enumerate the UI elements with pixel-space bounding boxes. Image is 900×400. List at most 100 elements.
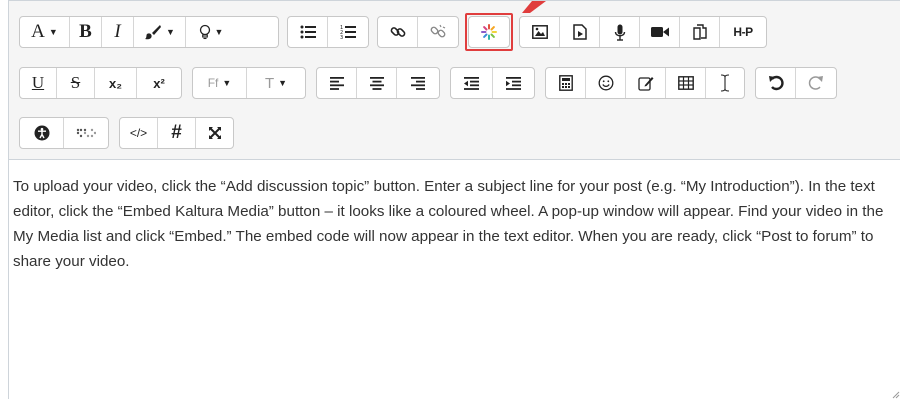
caret-down-icon: ▼ (166, 27, 175, 37)
table-icon (677, 76, 694, 90)
manage-files-button[interactable] (680, 17, 720, 47)
bold-icon: B (79, 21, 92, 42)
media-group: H-P (519, 16, 767, 48)
outdent-button[interactable] (451, 68, 493, 98)
h5p-icon: H-P (733, 25, 753, 39)
outdent-icon (464, 76, 479, 90)
manage-files-icon (692, 24, 707, 40)
bulb-button[interactable]: ▼ (186, 17, 236, 47)
align-left-icon (329, 76, 344, 90)
caret-down-icon: ▼ (48, 27, 58, 37)
table-button[interactable] (666, 68, 706, 98)
record-video-button[interactable] (640, 17, 680, 47)
editor-toolbar: A ▼ B I ▼ ▼ 123 H-P U S x₂ x² Ff ▼ T ▼ <… (9, 1, 900, 160)
italic-button[interactable]: I (102, 17, 134, 47)
undo-icon (768, 75, 784, 91)
font-color-icon: A (31, 21, 45, 42)
subscript-icon: x₂ (108, 75, 122, 91)
media-file-icon (572, 24, 587, 40)
video-icon (650, 27, 669, 37)
post-body-text: To upload your video, click the “Add dis… (13, 178, 884, 270)
pointer-arrow-icon (522, 1, 546, 13)
format-group: A ▼ B I ▼ ▼ (19, 16, 279, 48)
caret-down-icon: ▼ (222, 78, 232, 88)
unordered-list-icon (300, 25, 316, 39)
indent-button[interactable] (493, 68, 534, 98)
lightbulb-icon (199, 24, 210, 40)
strikethrough-button[interactable]: S (57, 68, 95, 98)
link-button[interactable] (378, 17, 418, 47)
superscript-icon: x² (153, 75, 165, 91)
indent-icon (506, 76, 521, 90)
unlink-icon (430, 24, 446, 38)
align-group (316, 67, 440, 99)
calculator-icon (558, 75, 573, 91)
emoji-icon (598, 75, 613, 91)
underline-button[interactable]: U (20, 68, 57, 98)
edit-icon (637, 77, 653, 91)
braille-icon (76, 128, 96, 138)
ordered-list-button[interactable]: 123 (328, 17, 368, 47)
align-right-button[interactable] (397, 68, 439, 98)
brush-icon (145, 25, 162, 40)
svg-text:3: 3 (340, 35, 343, 40)
emoji-button[interactable] (586, 68, 626, 98)
indent-group (450, 67, 535, 99)
accessibility-checker-button[interactable] (20, 118, 64, 148)
record-audio-button[interactable] (600, 17, 640, 47)
text-editor: A ▼ B I ▼ ▼ 123 H-P U S x₂ x² Ff ▼ T ▼ <… (8, 0, 900, 399)
unlink-button[interactable] (418, 17, 458, 47)
fullscreen-button[interactable] (196, 118, 233, 148)
bold-button[interactable]: B (70, 17, 102, 47)
media-file-button[interactable] (560, 17, 600, 47)
font-family-icon: Ff (207, 76, 219, 90)
equation-button[interactable] (546, 68, 586, 98)
align-center-icon (369, 76, 384, 90)
link-group (377, 16, 459, 48)
subscript-button[interactable]: x₂ (95, 68, 137, 98)
html-icon: </> (129, 126, 148, 140)
edit-button[interactable] (626, 68, 666, 98)
image-icon (531, 25, 548, 39)
insert-group (545, 67, 745, 99)
view-group: </> # (119, 117, 234, 149)
microphone-icon (614, 24, 625, 41)
caret-down-icon: ▼ (278, 78, 288, 88)
resize-grip-icon[interactable] (892, 391, 900, 399)
caret-down-icon: ▼ (214, 27, 224, 37)
text-style-group: U S x₂ x² (19, 67, 182, 99)
redo-icon (808, 76, 823, 90)
image-button[interactable] (520, 17, 560, 47)
font-color-button[interactable]: A ▼ (20, 17, 70, 47)
redo-button[interactable] (796, 68, 836, 98)
font-group: Ff ▼ T ▼ (192, 67, 306, 99)
hash-button[interactable]: # (158, 118, 196, 148)
font-size-icon: T (264, 74, 275, 92)
list-group: 123 (287, 16, 369, 48)
strikethrough-icon: S (70, 73, 81, 92)
brush-button[interactable]: ▼ (134, 17, 186, 47)
link-icon (390, 27, 405, 37)
clear-formatting-button[interactable] (706, 68, 744, 98)
html-button[interactable]: </> (120, 118, 158, 148)
highlight-box (465, 13, 513, 51)
accessibility-group (19, 117, 109, 149)
hash-icon: # (171, 122, 182, 143)
font-family-button[interactable]: Ff ▼ (193, 68, 247, 98)
h5p-button[interactable]: H-P (720, 17, 766, 47)
ordered-list-icon: 123 (340, 25, 356, 40)
fullscreen-icon (208, 127, 221, 139)
superscript-button[interactable]: x² (137, 68, 181, 98)
align-right-icon (411, 76, 425, 90)
undo-group (755, 67, 837, 99)
italic-icon: I (114, 21, 121, 42)
cursor-icon (720, 74, 730, 92)
font-size-button[interactable]: T ▼ (247, 68, 305, 98)
align-left-button[interactable] (317, 68, 357, 98)
align-center-button[interactable] (357, 68, 397, 98)
unordered-list-button[interactable] (288, 17, 328, 47)
undo-button[interactable] (756, 68, 796, 98)
editor-content[interactable]: To upload your video, click the “Add dis… (9, 159, 900, 400)
underline-icon: U (31, 73, 45, 92)
screenreader-helper-button[interactable] (64, 118, 108, 148)
